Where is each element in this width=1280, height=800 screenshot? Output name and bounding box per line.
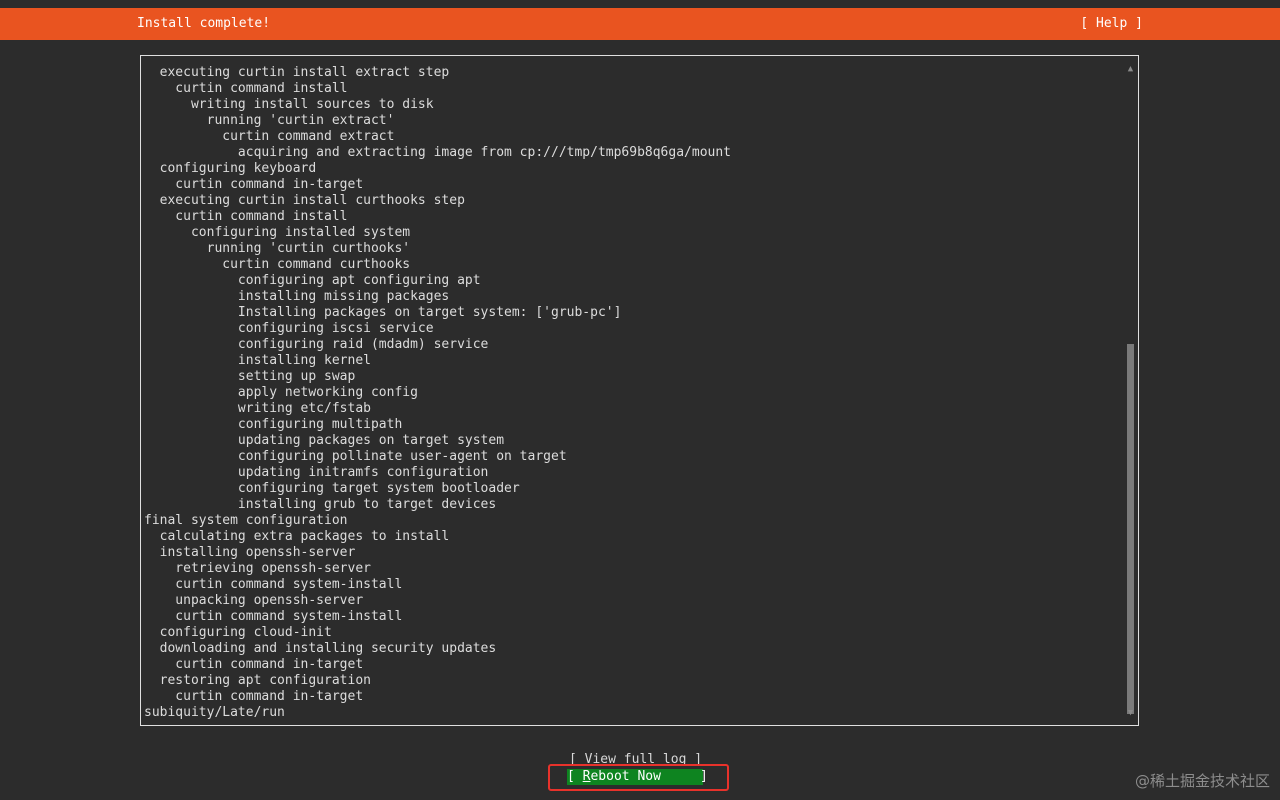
log-line: curtin command system-install [144,609,403,624]
log-line: downloading and installing security upda… [144,641,497,656]
log-line: executing curtin install extract step [144,65,450,80]
log-line: curtin command in-target [144,689,364,704]
log-line: curtin command in-target [144,177,364,192]
log-line: restoring apt configuration [144,673,371,688]
log-line: configuring keyboard [144,161,317,176]
log-line: subiquity/Late/run [144,705,285,720]
scroll-up-icon[interactable]: ▲ [1126,64,1135,74]
log-line: configuring iscsi service [144,321,434,336]
log-lines: executing curtin install extract step cu… [144,65,1119,721]
log-line: executing curtin install curthooks step [144,193,465,208]
scroll-thumb[interactable] [1127,344,1134,714]
log-line: curtin command curthooks [144,257,411,272]
log-line: configuring raid (mdadm) service [144,337,489,352]
log-line: unpacking openssh-server [144,593,364,608]
log-line: configuring target system bootloader [144,481,520,496]
log-line: updating initramfs configuration [144,465,489,480]
log-line: curtin command system-install [144,577,403,592]
log-line: installing grub to target devices [144,497,497,512]
log-line: updating packages on target system [144,433,505,448]
log-line: curtin command in-target [144,657,364,672]
log-line: Installing packages on target system: ['… [144,305,622,320]
log-line: writing etc/fstab [144,401,371,416]
log-line: curtin command install [144,81,348,96]
log-line: configuring installed system [144,225,411,240]
scroll-down-icon[interactable]: ▼ [1126,708,1135,718]
log-line: configuring multipath [144,417,403,432]
log-line: installing missing packages [144,289,450,304]
page-title: Install complete! [137,16,271,31]
scroll-track[interactable] [1127,76,1134,714]
log-line: installing kernel [144,353,371,368]
log-line: curtin command extract [144,129,395,144]
log-line: configuring pollinate user-agent on targ… [144,449,567,464]
scrollbar[interactable]: ▲ ▼ [1126,64,1135,718]
log-line: final system configuration [144,513,348,528]
log-line: retrieving openssh-server [144,561,371,576]
log-line: acquiring and extracting image from cp:/… [144,145,731,160]
log-line: configuring cloud-init [144,625,332,640]
log-line: calculating extra packages to install [144,529,450,544]
log-line: apply networking config [144,385,418,400]
header-bar: Install complete! [ Help ] [0,8,1280,40]
log-line: running 'curtin extract' [144,113,395,128]
install-log-panel[interactable]: executing curtin install extract step cu… [140,55,1139,726]
log-line: setting up swap [144,369,356,384]
log-line: writing install sources to disk [144,97,434,112]
watermark: @稀土掘金技术社区 [1134,772,1270,790]
highlight-annotation [548,764,729,791]
log-line: configuring apt configuring apt [144,273,481,288]
top-strip [0,0,1280,8]
log-line: curtin command install [144,209,348,224]
help-button[interactable]: [ Help ] [1080,8,1143,40]
log-line: installing openssh-server [144,545,356,560]
log-line: running 'curtin curthooks' [144,241,411,256]
